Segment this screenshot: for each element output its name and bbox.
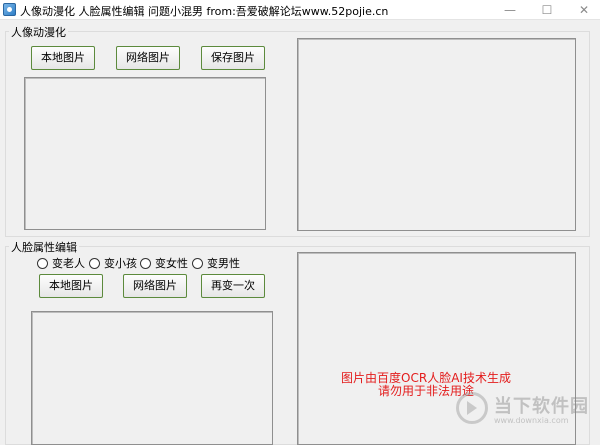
window-title: 人像动漫化 人脸属性编辑 问题小混男 from:吾爱破解论坛www.52poji… bbox=[20, 5, 389, 18]
radio-old-label: 变老人 bbox=[52, 257, 85, 270]
minimize-button[interactable]: — bbox=[495, 0, 525, 20]
radio-child[interactable]: 变小孩 bbox=[89, 256, 137, 270]
watermark-play-icon bbox=[456, 392, 488, 424]
anime-local-image-button[interactable]: 本地图片 bbox=[31, 46, 95, 70]
radio-child-label: 变小孩 bbox=[104, 257, 137, 270]
watermark-sub: www.downxia.com bbox=[494, 416, 569, 425]
radio-female-label: 变女性 bbox=[155, 257, 188, 270]
maximize-button[interactable]: ☐ bbox=[532, 0, 562, 20]
face-local-image-button[interactable]: 本地图片 bbox=[39, 274, 103, 298]
radio-male[interactable]: 变男性 bbox=[192, 256, 240, 270]
radio-child-circle[interactable] bbox=[89, 257, 100, 269]
anime-source-image bbox=[24, 77, 266, 230]
face-group-label: 人脸属性编辑 bbox=[9, 239, 79, 255]
app-icon bbox=[3, 3, 16, 16]
anime-group-label: 人像动漫化 bbox=[9, 24, 68, 40]
watermark-text: 当下软件园 bbox=[494, 396, 589, 417]
face-web-image-button[interactable]: 网络图片 bbox=[123, 274, 187, 298]
anime-save-image-button[interactable]: 保存图片 bbox=[201, 46, 265, 70]
title-bar: 人像动漫化 人脸属性编辑 问题小混男 from:吾爱破解论坛www.52poji… bbox=[0, 0, 600, 20]
radio-female[interactable]: 变女性 bbox=[140, 256, 188, 270]
anime-result-image bbox=[297, 38, 576, 231]
redo-button[interactable]: 再变一次 bbox=[201, 274, 265, 298]
watermark: 当下软件园 www.downxia.com bbox=[456, 388, 596, 438]
radio-male-label: 变男性 bbox=[207, 257, 240, 270]
radio-old[interactable]: 变老人 bbox=[37, 256, 85, 270]
anime-web-image-button[interactable]: 网络图片 bbox=[116, 46, 180, 70]
notice-line-1: 图片由百度OCR人脸AI技术生成 bbox=[341, 371, 511, 385]
close-button[interactable]: ✕ bbox=[569, 0, 599, 20]
radio-male-circle[interactable] bbox=[192, 257, 203, 269]
radio-female-circle[interactable] bbox=[140, 257, 151, 269]
face-source-image bbox=[31, 311, 273, 445]
radio-old-circle[interactable] bbox=[37, 257, 48, 269]
